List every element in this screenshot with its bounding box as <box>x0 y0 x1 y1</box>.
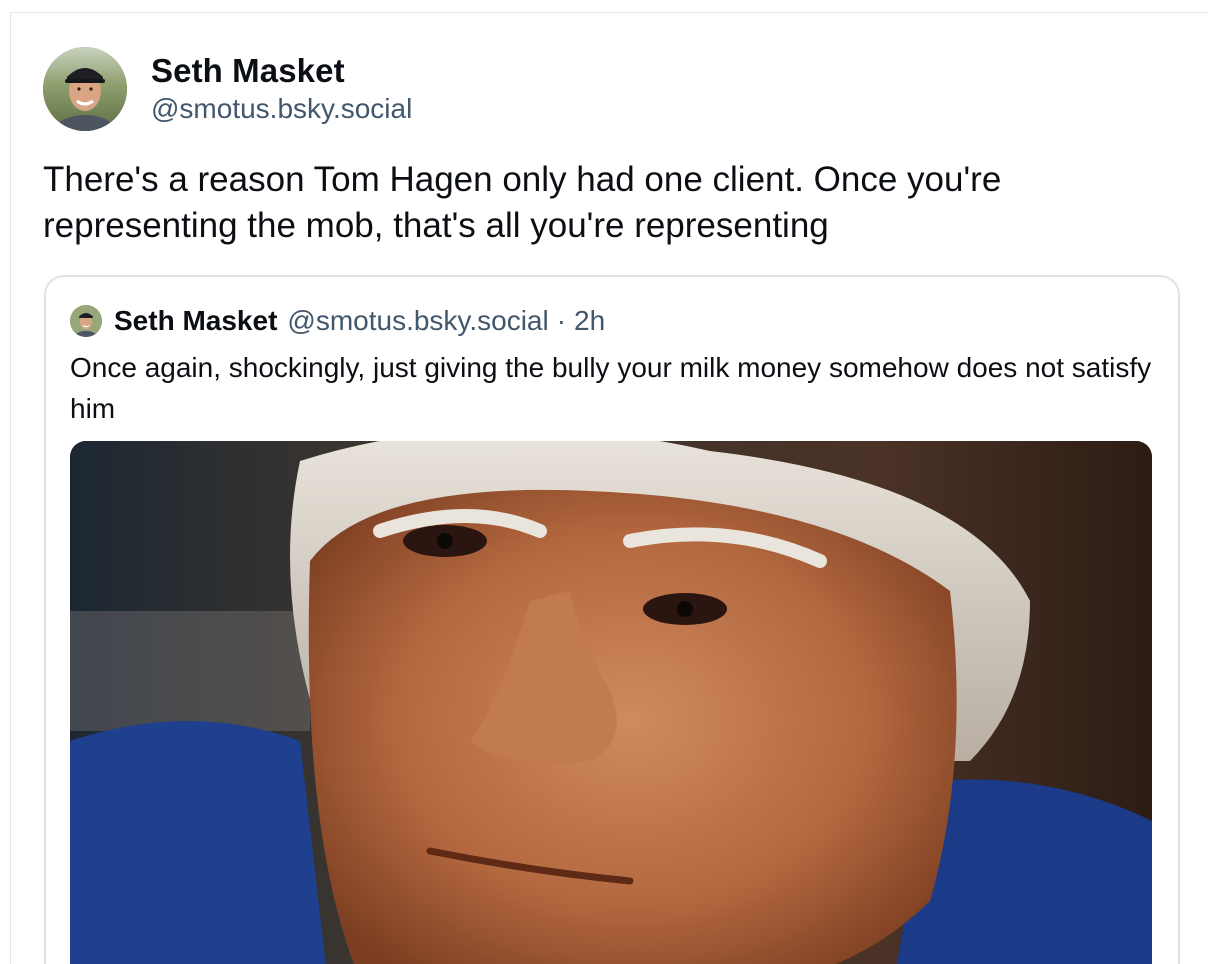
photo-icon <box>70 441 1152 964</box>
quoted-post-text: Once again, shockingly, just giving the … <box>70 352 1152 424</box>
quoted-author-name[interactable]: Seth Masket <box>114 305 277 337</box>
avatar[interactable] <box>43 47 127 131</box>
quoted-author-handle[interactable]: @smotus.bsky.social <box>287 305 548 337</box>
author-block: Seth Masket @smotus.bsky.social <box>151 51 412 127</box>
quoted-post-header: Seth Masket @smotus.bsky.social · 2h <box>70 305 605 337</box>
author-handle[interactable]: @smotus.bsky.social <box>151 91 412 127</box>
author-name[interactable]: Seth Masket <box>151 51 412 91</box>
quoted-post-card[interactable]: Seth Masket @smotus.bsky.social · 2h Onc… <box>44 275 1180 964</box>
quoted-post-time[interactable]: 2h <box>574 305 605 337</box>
post-header: Seth Masket @smotus.bsky.social <box>43 47 412 131</box>
user-avatar-icon <box>70 305 102 337</box>
user-avatar-icon <box>43 47 127 131</box>
post-text: There's a reason Tom Hagen only had one … <box>43 160 1002 245</box>
quoted-avatar[interactable] <box>70 305 102 337</box>
quoted-post-image[interactable] <box>70 441 1152 964</box>
post-container: Seth Masket @smotus.bsky.social There's … <box>10 12 1208 964</box>
separator-dot: · <box>556 305 567 336</box>
